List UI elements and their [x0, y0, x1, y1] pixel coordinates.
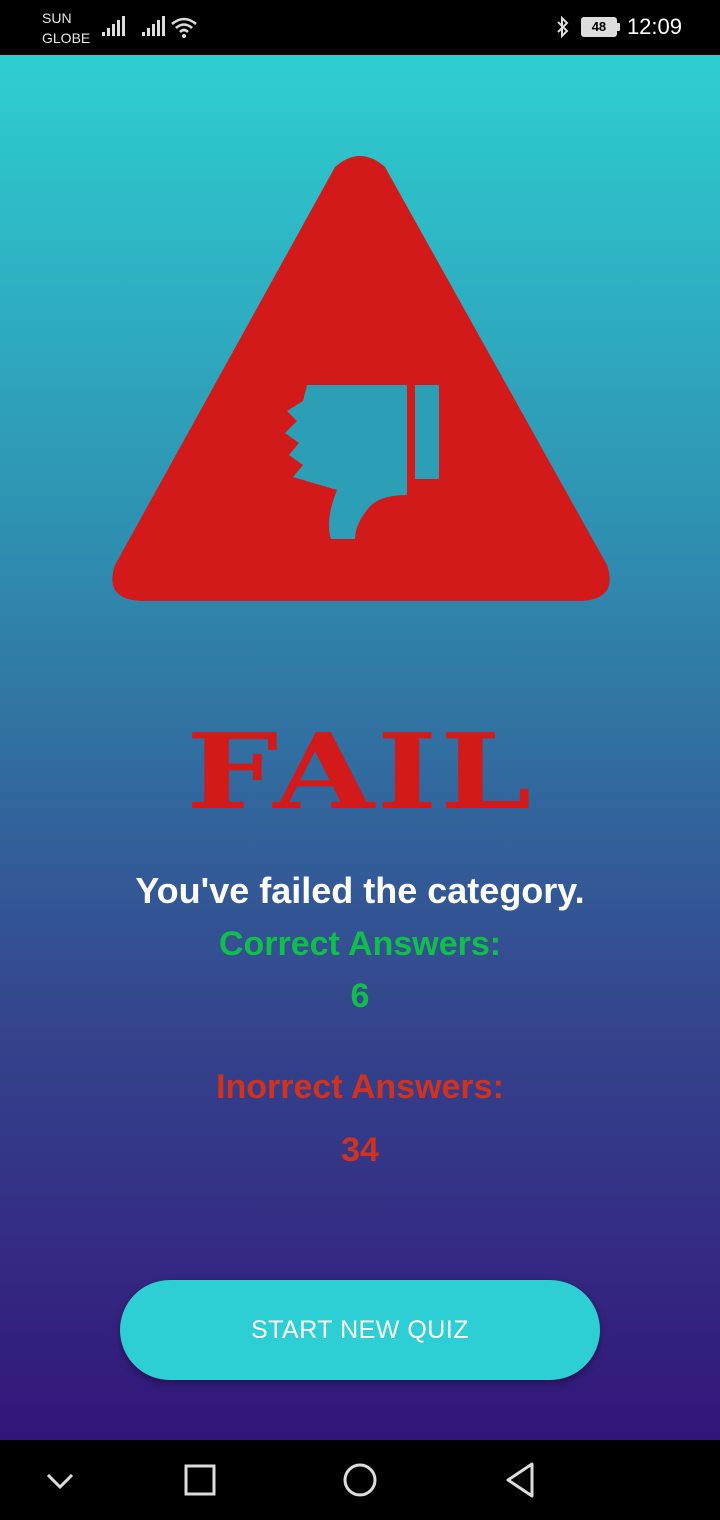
- home-icon[interactable]: [340, 1460, 380, 1500]
- recents-icon[interactable]: [180, 1460, 220, 1500]
- back-icon[interactable]: [500, 1460, 540, 1500]
- status-bar: SUN GLOBE 48 12:09: [0, 0, 720, 55]
- carrier-2: GLOBE: [42, 30, 91, 46]
- carrier-names: SUN GLOBE: [42, 8, 90, 48]
- carrier-1: SUN: [42, 10, 72, 26]
- battery-icon: 48: [580, 17, 620, 37]
- wifi-icon: [171, 17, 197, 38]
- incorrect-answers-count: 34: [341, 1131, 379, 1169]
- status-right-group: 48 12:09: [555, 12, 682, 42]
- result-message: You've failed the category.: [135, 870, 585, 911]
- result-title: FAIL: [186, 710, 534, 833]
- clock: 12:09: [626, 14, 682, 39]
- signal-icon: [102, 16, 125, 36]
- navigation-bar: [0, 1440, 720, 1520]
- chevron-down-icon[interactable]: [40, 1460, 80, 1500]
- start-new-quiz-button[interactable]: START NEW QUIZ: [120, 1280, 600, 1380]
- signal-icon: [142, 16, 165, 36]
- quiz-result-screen: FAIL You've failed the category. Correct…: [0, 55, 720, 1440]
- bluetooth-icon: [557, 15, 569, 39]
- correct-answers-label: Correct Answers:: [218, 925, 502, 963]
- thumbs-down-warning-icon: [112, 156, 610, 601]
- correct-answers-count: 6: [350, 977, 370, 1015]
- incorrect-answers-label: Inorrect Answers:: [216, 1068, 504, 1106]
